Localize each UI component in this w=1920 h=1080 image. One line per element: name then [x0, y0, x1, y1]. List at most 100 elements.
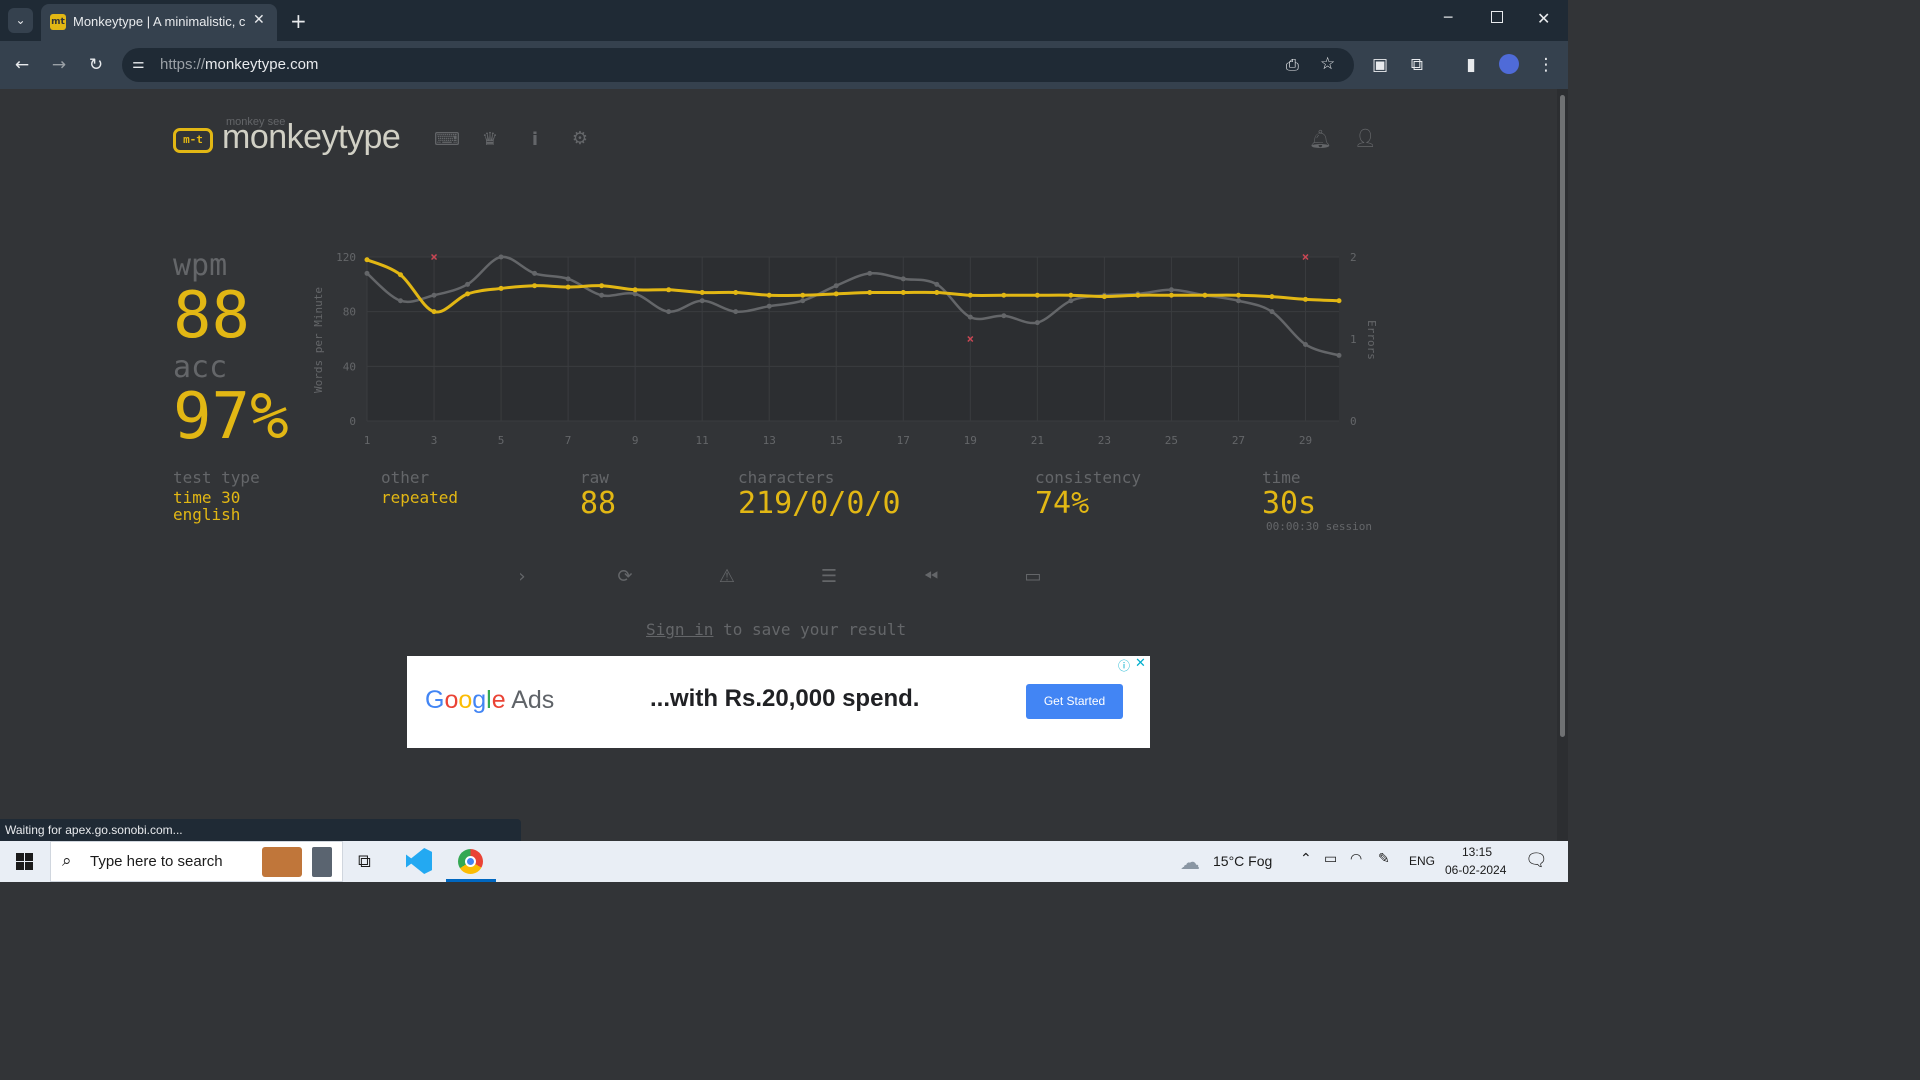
account-user-icon[interactable]: 👤︎ [1354, 128, 1377, 149]
clock-date[interactable]: 06-02-2024 [1445, 863, 1506, 877]
consistency-value: 74% [1035, 486, 1090, 521]
back-icon[interactable]: ← [11, 55, 33, 75]
site-info-icon[interactable]: ⚌ [132, 56, 145, 72]
pen-icon[interactable]: ✎ [1378, 851, 1390, 867]
chart-xtick-label: 13 [763, 434, 776, 447]
monkeytype-logo-icon[interactable]: m-t [173, 128, 213, 153]
session-time: 00:00:30 session [1266, 520, 1372, 533]
chart-xtick-label: 27 [1232, 434, 1245, 447]
chart-point-raw [431, 292, 437, 298]
chart-xtick-label: 11 [696, 434, 709, 447]
chart-point-wpm [867, 290, 873, 296]
chart-plot-area [367, 257, 1339, 421]
chart-point-wpm [900, 290, 906, 296]
chart-ylabel: Words per Minute [312, 287, 325, 393]
google-ads-logo: Google Ads [425, 686, 554, 715]
restart-icon[interactable]: ⟳ [613, 566, 637, 587]
chart-y2label: Errors [1365, 320, 1378, 360]
screenshot-image-icon[interactable]: ▭ [1021, 566, 1045, 587]
search-highlight-icon [262, 847, 302, 877]
chart-point-raw [867, 270, 873, 276]
chart-point-raw [900, 276, 906, 282]
words-history-icon[interactable]: ☰ [817, 566, 841, 587]
task-view-icon[interactable]: ⧉ [358, 851, 371, 872]
chart-point-wpm [833, 291, 839, 297]
restore-icon[interactable] [1491, 11, 1503, 23]
notification-bell-icon[interactable]: 🔔︎ [1309, 129, 1332, 150]
language-indicator[interactable]: ENG [1409, 854, 1435, 868]
replay-rewind-icon[interactable]: ⏪︎ [919, 566, 943, 587]
chart-xtick-label: 23 [1098, 434, 1111, 447]
vscode-icon[interactable] [406, 848, 432, 874]
chart-xtick-label: 5 [498, 434, 505, 447]
tray-chevron-up-icon[interactable]: ⌃ [1300, 851, 1312, 867]
notification-center-icon[interactable]: 🗨︎ [1525, 850, 1548, 871]
chart-ytick-label: 120 [336, 251, 356, 264]
extensions-puzzle-icon[interactable]: ⧉ [1406, 55, 1428, 75]
side-panel-icon[interactable]: ▮ [1460, 55, 1482, 75]
chart-point-wpm [800, 292, 806, 298]
menu-kebab-icon[interactable]: ⋮ [1535, 55, 1557, 75]
chart-point-raw [565, 276, 571, 282]
get-started-button[interactable]: Get Started [1026, 684, 1123, 719]
minimize-icon[interactable]: ─ [1444, 10, 1452, 26]
settings-gear-icon[interactable]: ⚙ [569, 128, 591, 149]
tab-close-icon[interactable]: ✕ [253, 12, 265, 28]
clock-time[interactable]: 13:15 [1462, 845, 1492, 859]
warning-icon[interactable]: ⚠ [715, 566, 739, 587]
chart-point-raw [599, 292, 605, 298]
ad-close-icon[interactable]: ✕ [1135, 656, 1146, 671]
chart-point-raw [666, 309, 672, 315]
windows-taskbar: ⌕ Type here to search ⧉ ☁ 15°C Fog ⌃ ▭ ◠… [0, 841, 1568, 882]
wifi-icon[interactable]: ◠ [1350, 851, 1362, 867]
url-text[interactable]: https://monkeytype.com [160, 56, 318, 73]
chart-xtick-label: 3 [431, 434, 438, 447]
info-icon[interactable]: i [524, 129, 546, 150]
bookmark-star-icon[interactable]: ☆ [1320, 54, 1335, 74]
profile-avatar-icon[interactable] [1499, 54, 1519, 74]
chart-ytick-label: 40 [343, 360, 356, 373]
ads-logo-text: Ads [511, 686, 555, 714]
new-tab-icon[interactable]: + [290, 9, 307, 33]
browser-titlebar: ⌄ mt Monkeytype | A minimalistic, custom… [0, 0, 1568, 41]
scrollbar-thumb[interactable] [1560, 95, 1565, 737]
calculator-highlight-icon [312, 847, 332, 877]
google-ads-banner[interactable]: Google Ads ...with Rs.20,000 spend. Get … [407, 656, 1150, 748]
chart-point-raw [1068, 298, 1074, 304]
extension-icon[interactable]: ▣ [1369, 55, 1391, 75]
battery-icon[interactable]: ▭ [1324, 851, 1337, 867]
page-scrollbar[interactable] [1557, 89, 1568, 841]
chart-point-raw [465, 281, 471, 287]
keyboard-icon[interactable]: ⌨ [434, 129, 460, 150]
close-window-icon[interactable]: ✕ [1537, 9, 1550, 28]
address-bar[interactable]: ⚌ https://monkeytype.com ⎙ ☆ [122, 48, 1354, 82]
chart-xtick-label: 19 [964, 434, 977, 447]
windows-start-icon[interactable] [16, 853, 33, 870]
signin-prompt: Sign in to save your result [646, 620, 907, 639]
browser-toolbar: ← → ↻ ⚌ https://monkeytype.com ⎙ ☆ ▣ ⧉ ▮… [0, 41, 1568, 89]
wpm-chart[interactable]: 04080120 012 1 3 5 7 9 11 13 15 17 19 21 23 25 27 29 W… [300, 240, 1400, 460]
chart-point-raw [1269, 309, 1275, 315]
browser-tab[interactable]: mt Monkeytype | A minimalistic, customiz… [41, 4, 277, 41]
signin-link[interactable]: Sign in [646, 620, 713, 639]
chart-point-wpm [666, 287, 672, 293]
weather-text[interactable]: 15°C Fog [1213, 853, 1272, 869]
reload-icon[interactable]: ↻ [85, 55, 107, 75]
crown-icon[interactable]: ♛ [479, 129, 501, 150]
chrome-icon[interactable] [458, 849, 483, 874]
taskbar-search-box[interactable]: ⌕ Type here to search [50, 841, 343, 882]
chart-xtick-label: 1 [364, 434, 371, 447]
test-type-line2: english [173, 505, 241, 524]
logo-text[interactable]: monkeytype [222, 118, 401, 157]
tab-search-button[interactable]: ⌄ [8, 8, 33, 33]
time-value: 30s [1262, 486, 1317, 521]
ad-info-icon[interactable]: ⓘ [1118, 657, 1130, 674]
chart-point-wpm [498, 285, 504, 291]
chart-point-wpm [699, 290, 705, 296]
raw-value: 88 [580, 486, 617, 521]
next-test-chevron-icon[interactable]: › [510, 566, 534, 587]
chart-xtick-label: 17 [897, 434, 910, 447]
forward-icon[interactable]: → [48, 55, 70, 75]
chart-point-wpm [599, 283, 605, 289]
install-app-icon[interactable]: ⎙ [1286, 55, 1299, 75]
